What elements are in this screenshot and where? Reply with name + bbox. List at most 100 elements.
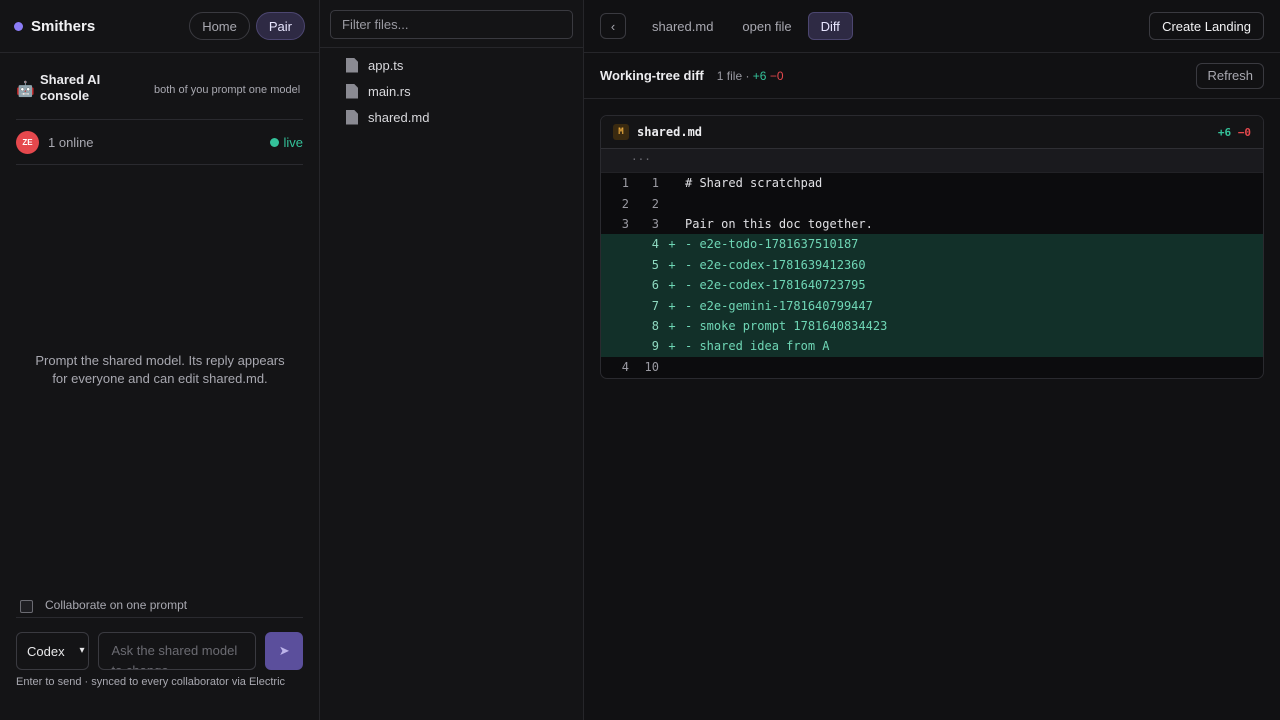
file-item[interactable]: main.rs <box>346 81 411 101</box>
tab-diff[interactable]: Diff <box>807 12 853 40</box>
file-added-count: +6 <box>1217 125 1232 139</box>
chevron-down-icon: ▾ <box>79 645 85 656</box>
live-status: live <box>270 135 303 150</box>
chevron-left-icon: ‹ <box>610 18 616 34</box>
new-line-number: 1 <box>651 176 659 191</box>
console-header: 🤖 Shared AI console both of you prompt o… <box>16 72 303 120</box>
model-select[interactable]: Codex ▾ <box>16 632 90 670</box>
new-line-number: 9 <box>651 339 659 354</box>
diff-file-header[interactable]: M shared.md +6 −0 <box>601 116 1263 149</box>
file-item[interactable]: app.ts <box>346 55 403 75</box>
file-icon <box>346 84 358 99</box>
diff-title: Working-tree diff <box>600 68 704 83</box>
live-dot-icon <box>270 137 280 147</box>
diff-sign: + <box>668 339 676 354</box>
diff-file-stats: +6 −0 <box>1218 126 1251 139</box>
back-button[interactable]: ‹ <box>600 13 626 39</box>
home-button[interactable]: Home <box>189 12 250 40</box>
new-line-number: 5 <box>651 257 659 272</box>
avatar: ZE <box>16 130 39 154</box>
hunk-expander[interactable]: ··· <box>601 149 1263 173</box>
refresh-button[interactable]: Refresh <box>1196 62 1264 89</box>
robot-icon: 🤖 <box>16 81 35 98</box>
tab-bar: ‹ shared.md open file Diff Create Landin… <box>584 0 1280 53</box>
diff-line: 5 + - e2e-codex-1781639412360 <box>601 254 1263 275</box>
new-line-number: 8 <box>651 318 659 333</box>
filter-files-input[interactable]: Filter files... <box>330 10 573 39</box>
diff-code: - smoke prompt 1781640834423 <box>685 318 888 333</box>
diff-code: - shared idea from A <box>685 339 830 354</box>
diff-header: Working-tree diff 1 file · +6 −0 Refresh <box>584 53 1280 99</box>
prompt-input[interactable]: Ask the shared model to change <box>98 632 257 670</box>
diff-line: 7 + - e2e-gemini-1781640799447 <box>601 295 1263 316</box>
diff-line: 3 3 Pair on this doc together. <box>601 214 1263 234</box>
new-line-number: 4 <box>651 237 659 252</box>
diff-line: 4 + - e2e-todo-1781637510187 <box>601 234 1263 255</box>
collaborate-toggle[interactable]: Collaborate on one prompt <box>16 598 303 618</box>
old-line-number: 2 <box>621 196 629 211</box>
diff-file-name: shared.md <box>637 125 703 139</box>
diff-sign: + <box>668 298 676 313</box>
diff-file-count: 1 file · <box>716 68 750 83</box>
online-count: 1 online <box>48 134 94 150</box>
top-bar: Smithers Home Pair <box>0 0 319 53</box>
diff-line: 4 10 <box>601 357 1263 377</box>
old-line-number: 1 <box>621 176 629 191</box>
file-name: app.ts <box>368 57 404 73</box>
old-line-number: 3 <box>621 216 629 231</box>
file-name: shared.md <box>368 109 430 125</box>
file-icon <box>346 110 358 125</box>
brand-dot-icon <box>14 21 23 31</box>
diff-line: 8 + - smoke prompt 1781640834423 <box>601 315 1263 337</box>
diff-code: - e2e-codex-1781640723795 <box>685 278 866 293</box>
tab-open-file[interactable]: open file <box>729 12 804 40</box>
diff-code: - e2e-codex-1781639412360 <box>685 257 866 272</box>
presence-bar: ZE 1 online live <box>16 120 303 165</box>
diff-line: 6 + - e2e-codex-1781640723795 <box>601 274 1263 296</box>
diff-code: - e2e-todo-1781637510187 <box>685 237 859 252</box>
main-nav: Home Pair <box>189 12 305 40</box>
diff-removed-count: −0 <box>769 68 784 83</box>
pair-button[interactable]: Pair <box>255 12 305 40</box>
tab-shared-md[interactable]: shared.md <box>639 12 726 40</box>
empty-state-message: Prompt the shared model. Its reply appea… <box>35 353 285 386</box>
composer-hint: Enter to send · synced to every collabor… <box>16 676 286 688</box>
create-landing-button[interactable]: Create Landing <box>1149 12 1264 40</box>
diff-code: - e2e-gemini-1781640799447 <box>685 298 873 313</box>
new-line-number: 6 <box>651 278 659 293</box>
live-label: live <box>283 134 303 150</box>
diff-code: # Shared scratchpad <box>685 176 823 191</box>
diff-panel: ‹ shared.md open file Diff Create Landin… <box>584 0 1280 720</box>
file-name: main.rs <box>368 83 411 99</box>
new-line-number: 2 <box>651 196 659 211</box>
diff-lines: 1 1 # Shared scratchpad 2 2 3 3 Pair on this do… <box>601 173 1263 377</box>
divider <box>320 47 583 48</box>
diff-sign: + <box>668 278 676 293</box>
collaborate-checkbox[interactable] <box>20 600 33 613</box>
diff-line: 22 <box>601 193 1263 213</box>
collaborate-label: Collaborate on one prompt <box>45 598 188 612</box>
new-line-number: 7 <box>651 298 659 313</box>
file-panel: Filter files... app.ts main.rs shared.md <box>320 0 584 720</box>
model-select-value: Codex <box>27 643 65 659</box>
file-removed-count: −0 <box>1237 125 1251 139</box>
new-line-number: 10 <box>644 359 659 374</box>
console-title: Shared AI console <box>40 72 101 103</box>
send-icon: ➤ <box>278 643 290 658</box>
console-panel: Smithers Home Pair 🤖 Shared AI console b… <box>0 0 320 720</box>
file-item[interactable]: shared.md <box>346 107 429 127</box>
diff-sign: + <box>668 257 676 272</box>
send-button[interactable]: ➤ <box>265 632 303 670</box>
old-line-number: 4 <box>621 359 629 374</box>
diff-sign: + <box>668 237 676 252</box>
app-window: Smithers Home Pair 🤖 Shared AI console b… <box>0 0 1280 720</box>
diff-file-card: M shared.md +6 −0 ··· 1 1 # Shared scratch… <box>600 115 1264 379</box>
diff-code: Pair on this doc together. <box>685 216 873 231</box>
diff-sign: + <box>668 318 676 333</box>
brand-name: Smithers <box>31 17 96 35</box>
composer: Codex ▾ Ask the shared model to change ➤ <box>16 632 303 670</box>
diff-added-count: +6 <box>752 68 767 83</box>
modified-badge: M <box>613 124 629 140</box>
console-subtitle: both of you prompt one model <box>154 84 301 96</box>
diff-line: 9 + - shared idea from A <box>601 336 1263 357</box>
